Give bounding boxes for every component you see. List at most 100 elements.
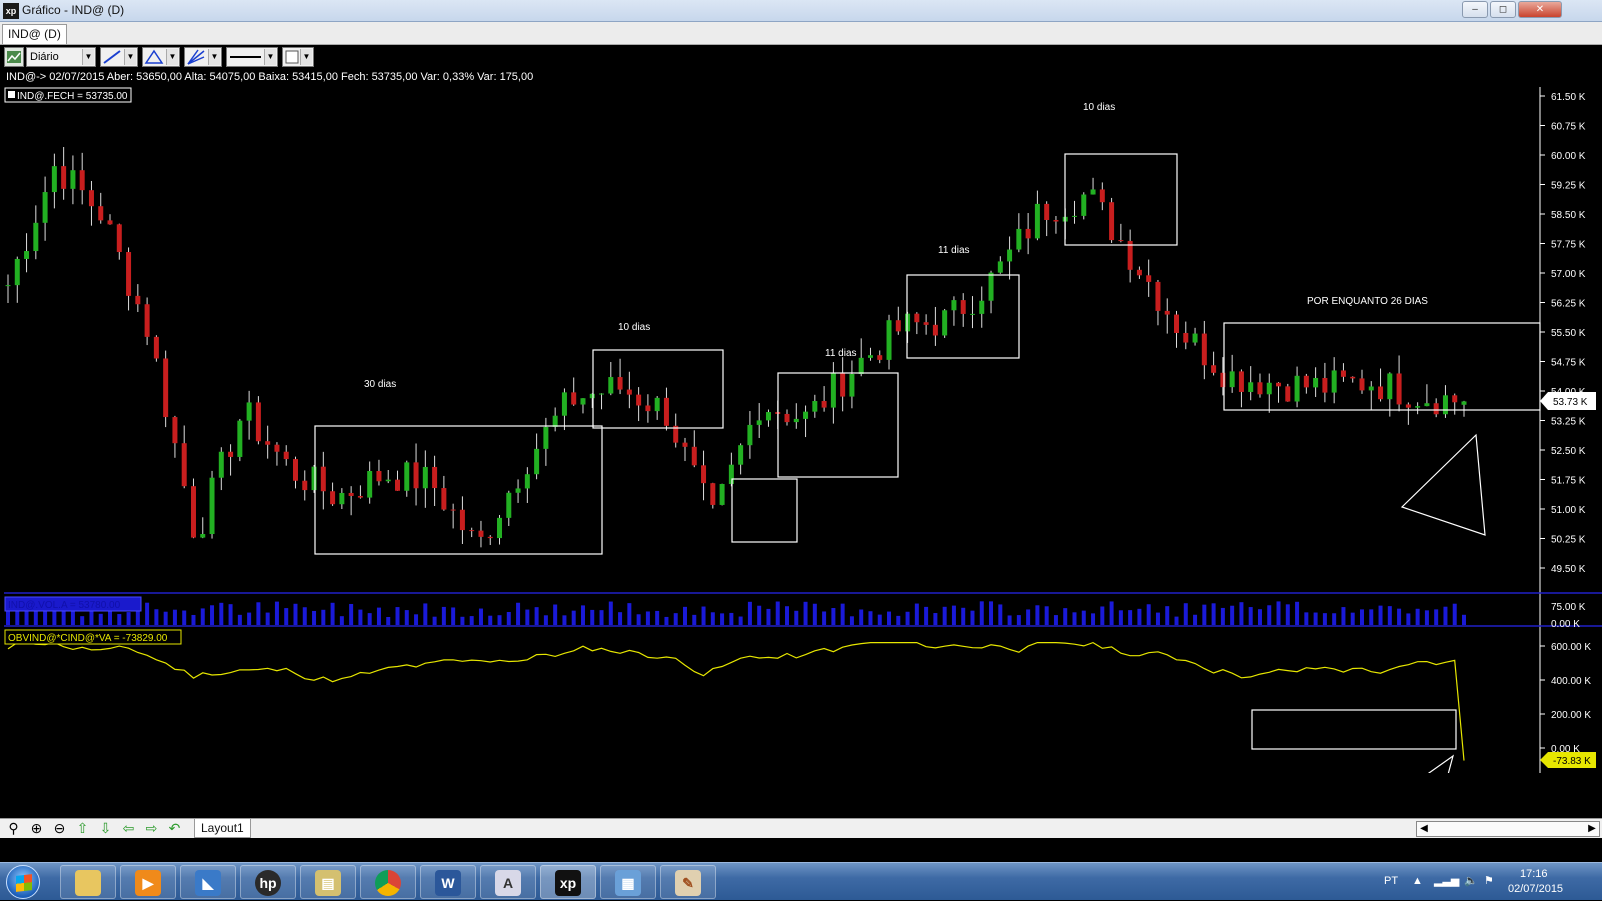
volume-bar bbox=[98, 613, 103, 625]
candle-body bbox=[1461, 401, 1467, 405]
close-button[interactable]: ✕ bbox=[1518, 1, 1562, 18]
flag-icon[interactable]: ⚑ bbox=[1484, 874, 1494, 887]
candle-body bbox=[42, 192, 48, 223]
annotation-box-3[interactable] bbox=[731, 478, 798, 543]
scroll-left-icon[interactable]: ◀ bbox=[1417, 822, 1431, 836]
candle-body bbox=[1313, 377, 1319, 388]
price-tick-label: 52.50 K bbox=[1551, 446, 1586, 457]
zoom-in-icon[interactable]: ⊕ bbox=[28, 820, 45, 837]
volume-bar bbox=[775, 601, 780, 625]
chevron-up-icon[interactable]: ▲ bbox=[1412, 875, 1423, 887]
candle-body bbox=[1201, 333, 1207, 366]
arrow-back-icon[interactable]: ↶ bbox=[166, 820, 183, 837]
candle-body bbox=[1331, 370, 1337, 393]
candle-body bbox=[1229, 371, 1235, 388]
current-price-label: 53.73 K bbox=[1553, 397, 1588, 408]
volume-bar bbox=[395, 607, 400, 625]
taskbar-xp[interactable]: xp bbox=[540, 865, 596, 899]
arrow-left-icon[interactable]: ⇦ bbox=[120, 820, 137, 837]
windows-taskbar: ▶ ◣ hp ▤ W A xp ▦ ✎ PT ▲ ▂▃▅ 🔈 ⚑ 17:16 0… bbox=[0, 862, 1602, 900]
candle-body bbox=[580, 398, 586, 405]
candle-body bbox=[395, 479, 401, 491]
volume-bar bbox=[1434, 609, 1439, 625]
maximize-button[interactable]: ◻ bbox=[1490, 1, 1516, 18]
zoom-out-icon[interactable]: ⊖ bbox=[51, 820, 68, 837]
candle-body bbox=[1109, 202, 1115, 241]
volume-bar bbox=[321, 609, 326, 625]
tab-layout1[interactable]: Layout1 bbox=[194, 819, 251, 838]
taskbar-app8[interactable]: A bbox=[480, 865, 536, 899]
arrow-right-icon[interactable]: ⇨ bbox=[143, 820, 160, 837]
volume-bar bbox=[478, 608, 483, 625]
scroll-right-icon[interactable]: ▶ bbox=[1585, 822, 1599, 836]
candle-body bbox=[1034, 203, 1040, 239]
taskbar-app10[interactable]: ▦ bbox=[600, 865, 656, 899]
candle-body bbox=[663, 397, 669, 426]
volume-bar bbox=[664, 616, 669, 625]
candle-body bbox=[33, 222, 39, 252]
clock-date[interactable]: 02/07/2015 bbox=[1508, 883, 1563, 895]
volume-bar bbox=[460, 616, 465, 625]
volume-bar bbox=[571, 610, 576, 625]
minimize-button[interactable]: – bbox=[1462, 1, 1488, 18]
volume-legend: IND@.VOL.A = 53780.00 bbox=[8, 600, 121, 611]
volume-bar bbox=[710, 612, 715, 625]
clock-time[interactable]: 17:16 bbox=[1520, 868, 1548, 880]
price-tick-label: 51.75 K bbox=[1551, 476, 1586, 487]
triangle-drawing-price[interactable] bbox=[1400, 433, 1486, 536]
volume-bar bbox=[1007, 615, 1012, 625]
taskbar-explorer[interactable] bbox=[60, 865, 116, 899]
horizontal-scrollbar[interactable]: ◀ ▶ bbox=[1416, 821, 1600, 837]
media-player-icon: ▶ bbox=[135, 870, 161, 896]
volume-bar bbox=[868, 611, 873, 625]
volume-bar bbox=[386, 616, 391, 625]
volume-bar bbox=[998, 604, 1003, 625]
volume-bar bbox=[896, 615, 901, 625]
candle-body bbox=[877, 355, 883, 360]
volume-bar bbox=[803, 601, 808, 625]
arrow-up-icon[interactable]: ⇧ bbox=[74, 820, 91, 837]
taskbar-media[interactable]: ▶ bbox=[120, 865, 176, 899]
taskbar-word[interactable]: W bbox=[420, 865, 476, 899]
candle-body bbox=[914, 313, 920, 323]
volume-bar bbox=[358, 609, 363, 625]
start-button[interactable] bbox=[6, 865, 40, 899]
volume-bar bbox=[330, 602, 335, 625]
candle-body bbox=[1016, 228, 1022, 250]
obv-legend: OBVIND@*CIND@*VA = -73829.00 bbox=[8, 633, 168, 644]
magnifier-icon[interactable]: ⚲ bbox=[5, 820, 22, 837]
volume-bar bbox=[441, 606, 446, 625]
language-indicator[interactable]: PT bbox=[1384, 875, 1398, 887]
signal-icon[interactable]: ▂▃▅ bbox=[1434, 874, 1459, 887]
obv-annotation-box[interactable] bbox=[1251, 709, 1457, 750]
candle-body bbox=[1118, 240, 1124, 242]
annotation-box-1[interactable] bbox=[314, 425, 603, 555]
candle-body bbox=[840, 373, 846, 397]
candle-body bbox=[747, 424, 753, 446]
volume-bar bbox=[840, 603, 845, 625]
triangle-drawing-obv[interactable] bbox=[1412, 754, 1455, 773]
speaker-icon[interactable]: 🔈 bbox=[1464, 874, 1478, 887]
candle-body bbox=[1396, 373, 1402, 405]
taskbar-hp[interactable]: hp bbox=[240, 865, 296, 899]
candle-body bbox=[348, 492, 354, 496]
taskbar-app3[interactable]: ◣ bbox=[180, 865, 236, 899]
candle-body bbox=[1071, 215, 1077, 217]
volume-bar bbox=[1193, 614, 1198, 625]
candle-body bbox=[1303, 375, 1309, 388]
taskbar-chrome[interactable] bbox=[360, 865, 416, 899]
candle-body bbox=[821, 401, 827, 408]
tab-chart[interactable]: IND@ (D) bbox=[2, 24, 67, 44]
volume-bar bbox=[849, 616, 854, 625]
candle-body bbox=[200, 534, 206, 538]
price-legend: IND@.FECH = 53735.00 bbox=[17, 91, 128, 102]
taskbar-paint[interactable]: ✎ bbox=[660, 865, 716, 899]
taskbar-app5[interactable]: ▤ bbox=[300, 865, 356, 899]
volume-bar bbox=[24, 609, 29, 625]
candle-body bbox=[218, 451, 224, 478]
chart-canvas[interactable]: 61.50 K 60.75 K 60.00 K 59.25 K 58.50 K 57.75… bbox=[0, 45, 1602, 773]
candle-body bbox=[701, 465, 707, 484]
xp-app-icon: xp bbox=[3, 3, 19, 19]
volume-bar bbox=[1081, 610, 1086, 625]
arrow-down-icon[interactable]: ⇩ bbox=[97, 820, 114, 837]
